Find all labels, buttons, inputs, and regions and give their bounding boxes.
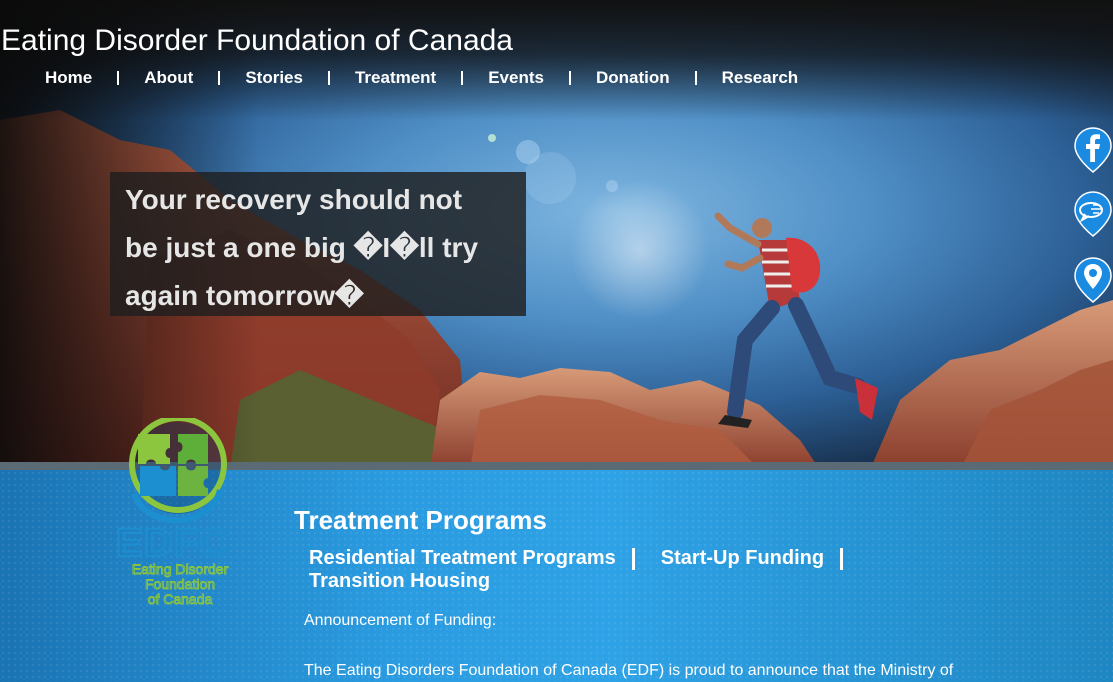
edfc-logo[interactable]: EDFC Eating Disorder Foundation of Canad… (112, 415, 248, 618)
nav-item-research[interactable]: Research (722, 68, 799, 88)
nav-item-stories[interactable]: Stories (245, 68, 303, 88)
nav-item-treatment[interactable]: Treatment (355, 68, 436, 88)
nav-separator (218, 71, 221, 85)
site-title[interactable]: Eating Disorder Foundation of Canada (1, 24, 513, 58)
logo-text-line: Eating Disorder (132, 561, 229, 577)
sub-nav-residential[interactable]: Residential Treatment Programs (309, 547, 616, 570)
nav-separator (461, 71, 464, 85)
sub-nav-startup-funding[interactable]: Start-Up Funding (661, 547, 824, 570)
nav-separator (568, 71, 571, 85)
main-nav: Home About Stories Treatment Events Dona… (45, 68, 798, 88)
puzzle-logo-icon: EDFC Eating Disorder Foundation of Canad… (115, 415, 229, 607)
logo-text-line: of Canada (148, 591, 213, 607)
logo-text-line: Foundation (145, 576, 215, 592)
hero-quote-box: Your recovery should not be just a one b… (110, 172, 526, 316)
jumping-person-figure (714, 212, 878, 428)
nav-separator (327, 71, 330, 85)
nav-item-donation[interactable]: Donation (596, 68, 670, 88)
treatment-sub-nav: Residential Treatment Programs Start-Up … (309, 547, 869, 593)
nav-separator (694, 71, 697, 85)
body-paragraph: The Eating Disorders Foundation of Canad… (304, 662, 954, 679)
chat-icon[interactable] (1073, 190, 1113, 238)
hero-quote-line: again tomorrow� (125, 280, 364, 311)
sub-nav-separator (631, 547, 635, 570)
announcement-label: Announcement of Funding: (304, 612, 497, 629)
hero-quote-line: Your recovery should not (125, 184, 463, 215)
sub-nav-transition-housing[interactable]: Transition Housing (309, 570, 490, 593)
facebook-icon[interactable] (1073, 126, 1113, 174)
nav-item-about[interactable]: About (144, 68, 193, 88)
nav-item-events[interactable]: Events (488, 68, 544, 88)
hero-quote-line: be just a one big �I�ll try (125, 232, 479, 263)
logo-abbrev: EDFC (116, 521, 229, 565)
sub-nav-separator (840, 547, 844, 570)
nav-separator (117, 71, 120, 85)
section-title: Treatment Programs (294, 505, 547, 535)
nav-item-home[interactable]: Home (45, 68, 92, 88)
location-pin-icon[interactable] (1073, 256, 1113, 304)
